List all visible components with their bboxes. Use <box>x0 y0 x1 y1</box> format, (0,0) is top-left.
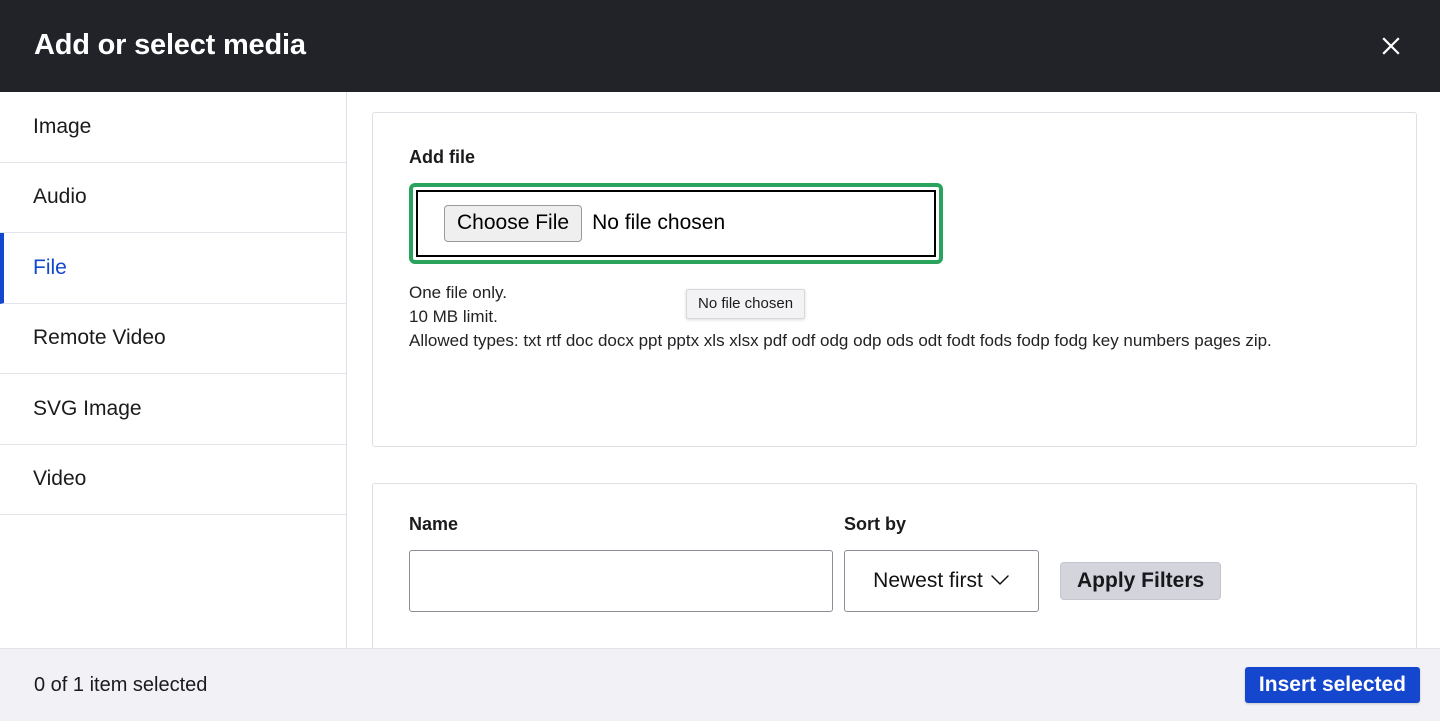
chevron-down-icon <box>990 569 1010 593</box>
file-status-text: No file chosen <box>592 211 726 235</box>
media-dialog: Add or select media Image Audio File Rem… <box>0 0 1440 721</box>
close-icon <box>1380 35 1402 57</box>
file-status-tooltip: No file chosen <box>686 289 806 319</box>
filters-row: Name Sort by Newest first Apply Filters <box>409 514 1380 612</box>
sidebar-item-image[interactable]: Image <box>0 92 346 163</box>
sidebar-item-file[interactable]: File <box>0 233 346 304</box>
close-button[interactable] <box>1368 23 1414 69</box>
name-label: Name <box>409 514 459 534</box>
choose-file-button[interactable]: Choose File <box>444 204 583 242</box>
upload-description: One file only. 10 MB limit. Allowed type… <box>409 281 1319 353</box>
upload-desc-line-3: Allowed types: txt rtf doc docx ppt pptx… <box>409 330 1272 350</box>
selected-count-text: 0 of 1 item selected <box>34 673 208 696</box>
sidebar-item-label: SVG Image <box>33 396 142 420</box>
apply-filters-button[interactable]: Apply Filters <box>1060 561 1222 600</box>
name-input[interactable] <box>409 549 833 612</box>
upload-desc-line-2: 10 MB limit. <box>409 306 498 326</box>
sort-filter-group: Sort by Newest first <box>844 514 1039 612</box>
name-filter-group: Name <box>409 514 833 612</box>
sidebar-item-svg-image[interactable]: SVG Image <box>0 374 346 445</box>
sidebar-item-audio[interactable]: Audio <box>0 162 346 233</box>
add-file-card: Add file Choose File No file chosen One … <box>372 112 1417 447</box>
sidebar-item-video[interactable]: Video <box>0 444 346 515</box>
file-input[interactable]: Choose File No file chosen <box>416 189 936 257</box>
sidebar-item-label: Image <box>33 114 92 138</box>
dialog-header: Add or select media <box>0 0 1440 92</box>
sidebar-item-label: Audio <box>33 185 87 209</box>
insert-selected-button[interactable]: Insert selected <box>1244 667 1420 703</box>
sort-by-label: Sort by <box>844 514 907 534</box>
sort-by-value: Newest first <box>873 568 983 592</box>
dialog-body: Image Audio File Remote Video SVG Image … <box>0 92 1440 648</box>
sidebar-item-label: Video <box>33 467 87 491</box>
dialog-footer: 0 of 1 item selected Insert selected <box>0 648 1440 721</box>
upload-desc-line-1: One file only. <box>409 282 507 302</box>
media-type-sidebar: Image Audio File Remote Video SVG Image … <box>0 92 347 648</box>
sidebar-item-label: Remote Video <box>33 326 166 350</box>
add-file-label: Add file <box>409 147 475 167</box>
main-content: Add file Choose File No file chosen One … <box>347 92 1440 648</box>
sidebar-item-remote-video[interactable]: Remote Video <box>0 303 346 374</box>
file-upload-focus-ring: Choose File No file chosen <box>409 182 943 264</box>
sidebar-item-label: File <box>33 255 67 279</box>
page-title: Add or select media <box>34 29 306 62</box>
filters-card: Name Sort by Newest first Apply Filters <box>372 483 1417 648</box>
sort-by-select[interactable]: Newest first <box>844 549 1039 612</box>
